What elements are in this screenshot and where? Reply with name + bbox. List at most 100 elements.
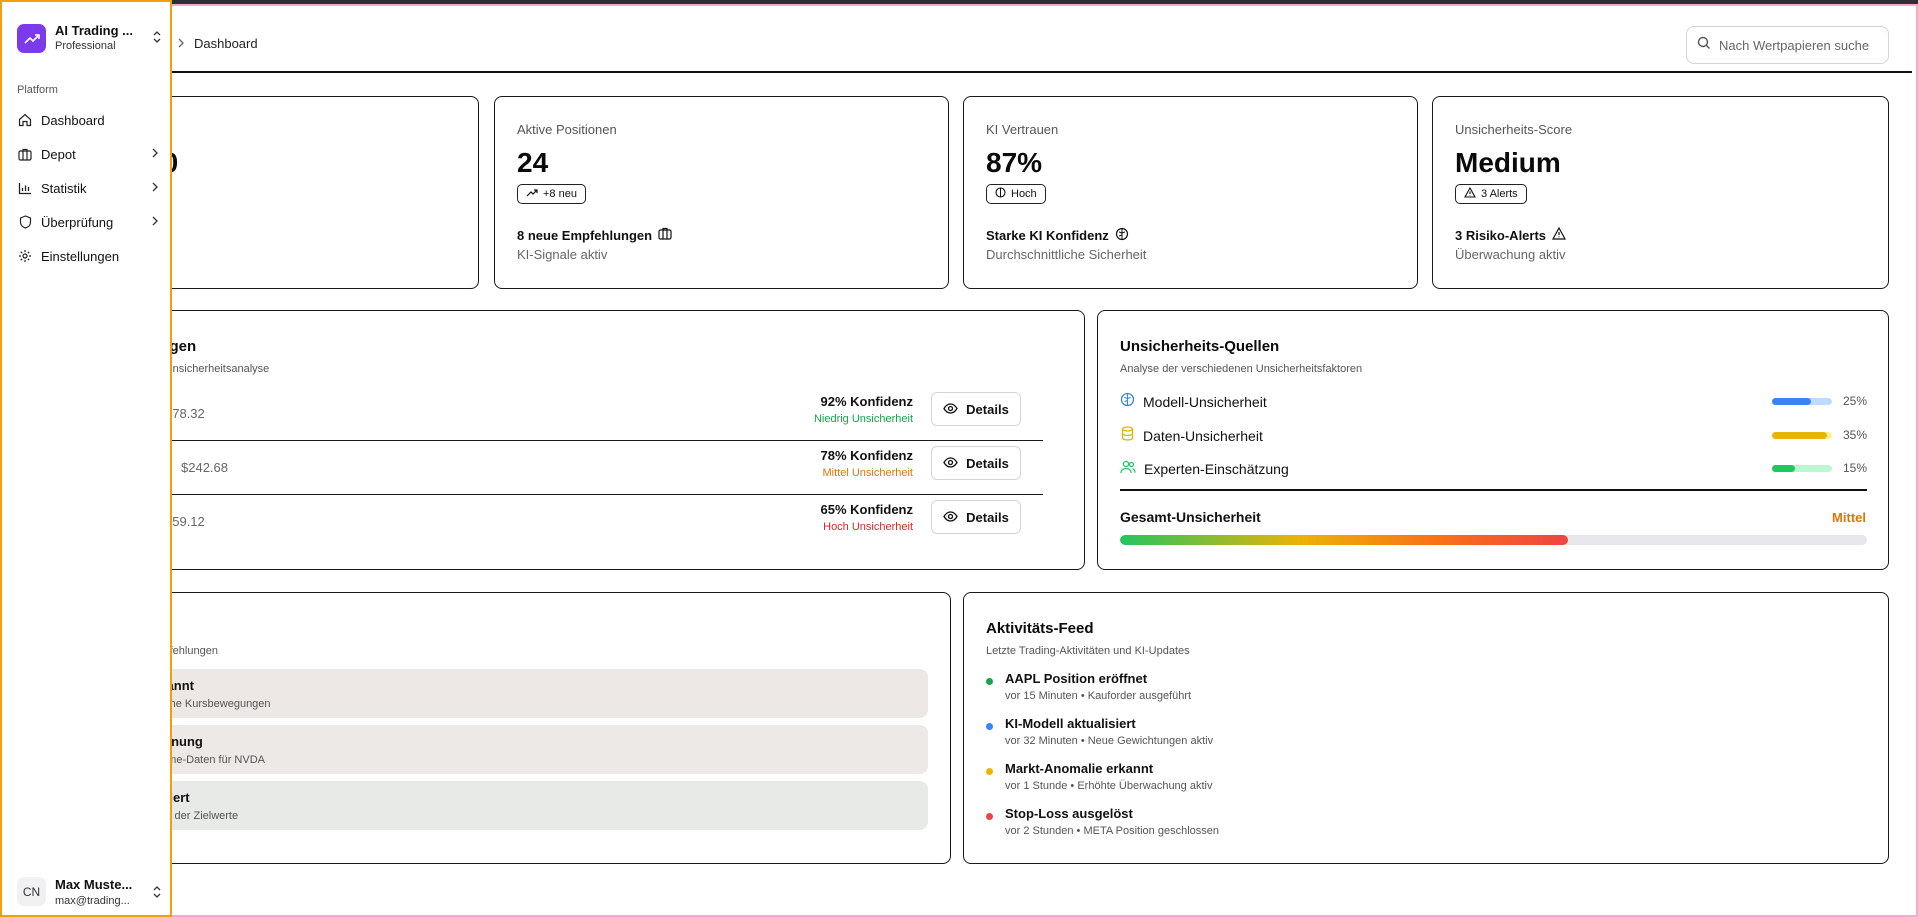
total-uncertainty-bar bbox=[1120, 535, 1867, 545]
sidebar-item-label: Statistik bbox=[41, 180, 87, 196]
chevrons-up-down-icon bbox=[152, 885, 162, 904]
status-dot bbox=[986, 723, 993, 730]
stat-value: 24 bbox=[517, 147, 549, 178]
activity-item[interactable]: KI-Modell aktualisiert vor 32 Minuten • … bbox=[986, 716, 1686, 756]
uncertainty-source-row: Daten-Unsicherheit 35% bbox=[1120, 426, 1867, 446]
confidence: 92% Konfidenz Niedrig Unsicherheit bbox=[814, 394, 913, 425]
brain-icon bbox=[1120, 392, 1135, 412]
stat-note: Durchschnittliche Sicherheit bbox=[986, 247, 1147, 262]
breadcrumb: Dashboard bbox=[176, 36, 258, 51]
stat-note: KI-Signale aktiv bbox=[517, 247, 608, 262]
stat-card-active-positions: Aktive Positionen 24 +8 neu 8 neue Empfe… bbox=[494, 96, 949, 289]
search-icon bbox=[1697, 36, 1711, 55]
card-subtitle: Letzte Trading-Aktivitäten und KI-Update… bbox=[986, 645, 1190, 657]
badge-label: +8 neu bbox=[543, 188, 577, 200]
stat-value: 87% bbox=[986, 147, 1043, 178]
stat-sub-label: 8 neue Empfehlungen bbox=[517, 227, 653, 243]
risk-item[interactable]: Warnung ealtime-Daten für NVDA bbox=[139, 725, 928, 774]
stat-card-ai-confidence: KI Vertrauen 87% Hoch Starke KI Konfiden… bbox=[963, 96, 1418, 289]
shield-icon bbox=[17, 214, 33, 230]
eye-icon bbox=[943, 456, 958, 471]
stat-sub: Starke KI Konfidenz bbox=[986, 227, 1129, 244]
stat-title: KI Vertrauen bbox=[986, 122, 1059, 137]
source-label: Daten-Unsicherheit bbox=[1143, 428, 1263, 444]
search-box[interactable] bbox=[1686, 26, 1889, 64]
details-label: Details bbox=[966, 509, 1009, 525]
gear-icon bbox=[17, 248, 33, 264]
sidebar-item-label: Einstellungen bbox=[41, 248, 120, 264]
risk-item[interactable]: erkannt hnliche Kursbewegungen bbox=[139, 669, 928, 718]
details-label: Details bbox=[966, 455, 1009, 471]
sidebar-item-ueberpruefung[interactable]: Überprüfung bbox=[17, 211, 159, 233]
card-title: Aktivitäts-Feed bbox=[986, 620, 1094, 637]
sidebar-item-statistik[interactable]: Statistik bbox=[17, 177, 159, 199]
stat-sub: 3 Risiko-Alerts bbox=[1455, 226, 1567, 243]
source-progress-bar bbox=[1772, 465, 1832, 472]
recommendation-row: 459.12 65% Konfidenz Hoch Unsicherheit D… bbox=[147, 495, 1043, 549]
chevron-right-icon bbox=[151, 181, 159, 196]
stat-note: Überwachung aktiv bbox=[1455, 247, 1566, 262]
stat-title: Aktive Positionen bbox=[517, 122, 617, 137]
activity-desc: vor 32 Minuten • Neue Gewichtungen aktiv bbox=[1005, 735, 1214, 747]
user-name: Max Muste... bbox=[55, 877, 133, 892]
stat-badge: Hoch bbox=[986, 184, 1046, 204]
stat-title: Unsicherheits-Score bbox=[1455, 122, 1573, 137]
stat-badge: +8 neu bbox=[517, 184, 586, 204]
card-title: Unsicherheits-Quellen bbox=[1120, 338, 1280, 355]
sidebar-item-depot[interactable]: Depot bbox=[17, 143, 159, 165]
source-progress-fill bbox=[1772, 398, 1811, 405]
details-button[interactable]: Details bbox=[931, 392, 1021, 426]
activity-title: Markt-Anomalie erkannt bbox=[1005, 761, 1154, 776]
activity-desc: vor 1 Stunde • Erhöhte Überwachung aktiv bbox=[1005, 780, 1213, 792]
uncertainty-source-row: Experten-Einschätzung 15% bbox=[1120, 459, 1867, 479]
activity-item[interactable]: AAPL Position eröffnet vor 15 Minuten • … bbox=[986, 671, 1686, 711]
details-button[interactable]: Details bbox=[931, 500, 1021, 534]
chevron-right-icon bbox=[151, 147, 159, 162]
avatar: CN bbox=[17, 877, 46, 906]
total-uncertainty-fill bbox=[1120, 535, 1569, 545]
details-button[interactable]: Details bbox=[931, 446, 1021, 480]
breadcrumb-current[interactable]: Dashboard bbox=[194, 36, 258, 51]
eye-icon bbox=[943, 510, 958, 525]
user-menu[interactable]: CN Max Muste... max@trading... bbox=[17, 875, 162, 909]
eye-icon bbox=[943, 402, 958, 417]
sidebar-item-einstellungen[interactable]: Einstellungen bbox=[17, 245, 159, 267]
recommendation-row: 178.32 92% Konfidenz Niedrig Unsicherhei… bbox=[147, 387, 1043, 441]
status-dot bbox=[986, 768, 993, 775]
stat-sub-label: Starke KI Konfidenz bbox=[986, 228, 1109, 243]
sidebar-item-dashboard[interactable]: Dashboard bbox=[17, 109, 159, 131]
activity-desc: vor 2 Stunden • META Position geschlosse… bbox=[1005, 825, 1219, 837]
source-progress-bar bbox=[1772, 398, 1832, 405]
brain-icon bbox=[1115, 227, 1129, 244]
activity-title: KI-Modell aktualisiert bbox=[1005, 716, 1136, 731]
source-value: 35% bbox=[1842, 428, 1867, 442]
source-progress-fill bbox=[1772, 432, 1827, 439]
user-email: max@trading... bbox=[55, 895, 130, 907]
stat-value: Medium bbox=[1455, 147, 1561, 178]
source-value: 25% bbox=[1842, 394, 1867, 408]
total-uncertainty-value: Mittel bbox=[1832, 510, 1866, 525]
trend-up-icon bbox=[526, 188, 538, 201]
activity-item[interactable]: Markt-Anomalie erkannt vor 1 Stunde • Er… bbox=[986, 761, 1686, 801]
recommendation-row: $242.68 78% Konfidenz Mittel Unsicherhei… bbox=[147, 441, 1043, 495]
app-name: AI Trading ... bbox=[55, 23, 134, 38]
trending-up-logo-icon bbox=[17, 24, 46, 53]
warning-icon bbox=[1464, 186, 1476, 201]
brain-icon bbox=[995, 187, 1006, 201]
total-uncertainty-label: Gesamt-Unsicherheit bbox=[1120, 509, 1261, 525]
app-switcher[interactable]: AI Trading ... Professional bbox=[17, 22, 162, 55]
stat-card-uncertainty-score: Unsicherheits-Score Medium 3 Alerts 3 Ri… bbox=[1432, 96, 1889, 289]
nav-section-label: Platform bbox=[17, 84, 58, 96]
uncertainty-level: Hoch Unsicherheit bbox=[823, 521, 913, 533]
database-icon bbox=[1120, 426, 1135, 446]
confidence: 65% Konfidenz Hoch Unsicherheit bbox=[821, 502, 913, 533]
confidence: 78% Konfidenz Mittel Unsicherheit bbox=[821, 448, 913, 479]
search-input[interactable] bbox=[1719, 37, 1879, 53]
confidence-value: 92% Konfidenz bbox=[820, 394, 913, 409]
sidebar-item-label: Überprüfung bbox=[41, 214, 114, 230]
uncertainty-level: Niedrig Unsicherheit bbox=[813, 413, 913, 425]
source-label: Experten-Einschätzung bbox=[1144, 461, 1289, 477]
divider bbox=[1120, 489, 1867, 491]
activity-item[interactable]: Stop-Loss ausgelöst vor 2 Stunden • META… bbox=[986, 806, 1686, 846]
risk-item[interactable]: anciert rhalb der Zielwerte bbox=[139, 781, 928, 830]
